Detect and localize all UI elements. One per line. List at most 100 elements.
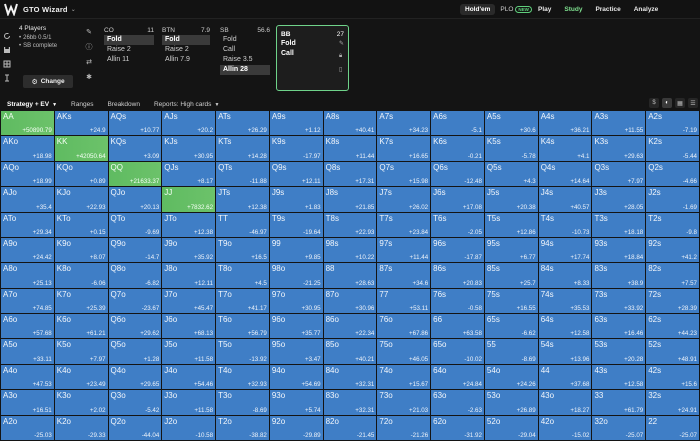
hand-cell[interactable]: A4s +36.21: [538, 111, 592, 136]
hand-cell[interactable]: 76o +67.86: [377, 314, 431, 339]
hand-cell[interactable]: 32o -25.07: [592, 415, 646, 440]
hand-cell[interactable]: Q8s +17.31: [323, 161, 377, 187]
hand-cell[interactable]: 88 +28.63: [323, 263, 377, 288]
hand-cell[interactable]: QTo -9.69: [108, 212, 162, 237]
hand-cell[interactable]: Q3o -5.42: [108, 390, 162, 415]
action-allin[interactable]: Allin 11: [104, 55, 154, 65]
hand-cell[interactable]: 87o +30.96: [323, 288, 377, 314]
hand-cell[interactable]: 42o -15.02: [538, 415, 592, 440]
hand-cell[interactable]: 43o +18.27: [538, 390, 592, 415]
hand-cell[interactable]: K4o +23.49: [54, 364, 108, 390]
hand-cell[interactable]: A3s +11.55: [592, 111, 646, 136]
settings-icon[interactable]: ✱: [86, 74, 92, 82]
action-fold[interactable]: Fold: [104, 35, 154, 45]
hand-cell[interactable]: T7s +23.84: [377, 212, 431, 237]
hand-cell[interactable]: 83s +38.9: [592, 263, 646, 288]
hand-cell[interactable]: 92s +41.2: [646, 237, 699, 263]
hand-cell[interactable]: J8s +21.85: [323, 187, 377, 212]
hand-cell[interactable]: T2s -9.8: [646, 212, 699, 237]
hand-cell[interactable]: K2o -29.33: [54, 415, 108, 440]
hand-cell[interactable]: Q8o -6.82: [108, 263, 162, 288]
hand-cell[interactable]: A8s +40.41: [323, 111, 377, 136]
hand-cell[interactable]: 95o +3.47: [269, 339, 323, 364]
hand-cell[interactable]: Q4o +29.65: [108, 364, 162, 390]
hand-cell[interactable]: 92o -29.89: [269, 415, 323, 440]
hand-cell[interactable]: 72o -21.26: [377, 415, 431, 440]
position-bb[interactable]: BB 27 Fold Call ✎ 🔒︎ ▯: [276, 25, 349, 91]
hand-cell[interactable]: 42s +15.6: [646, 364, 699, 390]
hand-cell[interactable]: A3o +16.51: [1, 390, 54, 415]
dollar-icon[interactable]: $: [649, 98, 659, 108]
hand-cell[interactable]: QTs -11.88: [216, 161, 269, 187]
hand-cell[interactable]: A2s -7.19: [646, 111, 699, 136]
hand-cell[interactable]: 54o +24.26: [484, 364, 538, 390]
list-view-icon[interactable]: ☰: [688, 98, 698, 108]
hand-cell[interactable]: 77 +53.11: [377, 288, 431, 314]
hand-cell[interactable]: J8o +12.11: [162, 263, 216, 288]
hand-cell[interactable]: 98o -21.25: [269, 263, 323, 288]
hand-cell[interactable]: T6o +56.79: [216, 314, 269, 339]
action-call[interactable]: Call: [220, 45, 270, 55]
hand-cell[interactable]: K9s -17.97: [269, 136, 323, 161]
action-raise[interactable]: Raise 2: [104, 45, 154, 55]
hand-cell[interactable]: 75o +46.05: [377, 339, 431, 364]
hand-cell[interactable]: QJs +8.17: [162, 161, 216, 187]
hand-cell[interactable]: K5s -5.78: [484, 136, 538, 161]
action-raise[interactable]: Raise 3.5: [220, 55, 270, 65]
hand-cell[interactable]: J4s +40.57: [538, 187, 592, 212]
hand-cell[interactable]: 73s +33.92: [592, 288, 646, 314]
change-button[interactable]: ⚙ Change: [23, 75, 73, 88]
hand-cell[interactable]: A5o +33.11: [1, 339, 54, 364]
hand-cell[interactable]: 94s +17.74: [538, 237, 592, 263]
save-icon[interactable]: [3, 41, 11, 53]
hand-cell[interactable]: 63s +16.46: [592, 314, 646, 339]
hand-cell[interactable]: 52o -29.04: [484, 415, 538, 440]
hand-cell[interactable]: 97o +30.95: [269, 288, 323, 314]
tab-plo[interactable]: PLO NEW: [495, 4, 537, 15]
hand-cell[interactable]: T3o -8.69: [216, 390, 269, 415]
hand-cell[interactable]: 22 -25.07: [646, 415, 699, 440]
hand-cell[interactable]: Q4s +14.64: [538, 161, 592, 187]
brand-name[interactable]: GTO Wizard: [23, 5, 68, 14]
hand-cell[interactable]: TT -46.97: [216, 212, 269, 237]
hand-cell[interactable]: K6o +61.21: [54, 314, 108, 339]
hand-cell[interactable]: Q5o +1.28: [108, 339, 162, 364]
hand-cell[interactable]: Q7o -23.67: [108, 288, 162, 314]
hand-cell[interactable]: J2s -1.69: [646, 187, 699, 212]
hand-cell[interactable]: 74o +15.67: [377, 364, 431, 390]
reset-icon[interactable]: [3, 27, 11, 39]
hand-cell[interactable]: 93s +18.84: [592, 237, 646, 263]
nav-play[interactable]: Play: [538, 6, 551, 13]
hand-cell[interactable]: AJo +35.4: [1, 187, 54, 212]
hand-cell[interactable]: QQ +21633.37: [108, 161, 162, 187]
hand-cell[interactable]: 43s +12.58: [592, 364, 646, 390]
hand-cell[interactable]: ATs +26.29: [216, 111, 269, 136]
hand-cell[interactable]: Q9s +12.11: [269, 161, 323, 187]
hand-cell[interactable]: Q7s +15.98: [377, 161, 431, 187]
hand-cell[interactable]: 96s -17.87: [431, 237, 484, 263]
hand-cell[interactable]: K7s +16.65: [377, 136, 431, 161]
hand-cell[interactable]: 65o -10.02: [431, 339, 484, 364]
hand-cell[interactable]: KTs +14.28: [216, 136, 269, 161]
hand-cell[interactable]: J2o -10.58: [162, 415, 216, 440]
hand-cell[interactable]: JTs +12.38: [216, 187, 269, 212]
text-cursor-icon[interactable]: [3, 69, 11, 82]
info-icon[interactable]: ⓘ: [86, 44, 93, 52]
hand-cell[interactable]: K7o +25.39: [54, 288, 108, 314]
hand-cell[interactable]: A5s +30.6: [484, 111, 538, 136]
hand-cell[interactable]: A6o +57.68: [1, 314, 54, 339]
hand-cell[interactable]: 97s +11.44: [377, 237, 431, 263]
hand-cell[interactable]: AQo +18.99: [1, 161, 54, 187]
hand-cell[interactable]: Q3s +7.97: [592, 161, 646, 187]
hand-cell[interactable]: AJs +20.2: [162, 111, 216, 136]
hand-cell[interactable]: 73o +21.03: [377, 390, 431, 415]
hand-cell[interactable]: 74s +35.53: [538, 288, 592, 314]
hand-cell[interactable]: J4o +54.46: [162, 364, 216, 390]
hand-cell[interactable]: T5o -13.92: [216, 339, 269, 364]
action-raise[interactable]: Raise 2: [162, 45, 210, 55]
hand-cell[interactable]: 93o +5.74: [269, 390, 323, 415]
hand-cell[interactable]: 64o +24.84: [431, 364, 484, 390]
hand-cell[interactable]: AKo +18.98: [1, 136, 54, 161]
hand-cell[interactable]: K9o +8.07: [54, 237, 108, 263]
hand-cell[interactable]: 53s +20.28: [592, 339, 646, 364]
